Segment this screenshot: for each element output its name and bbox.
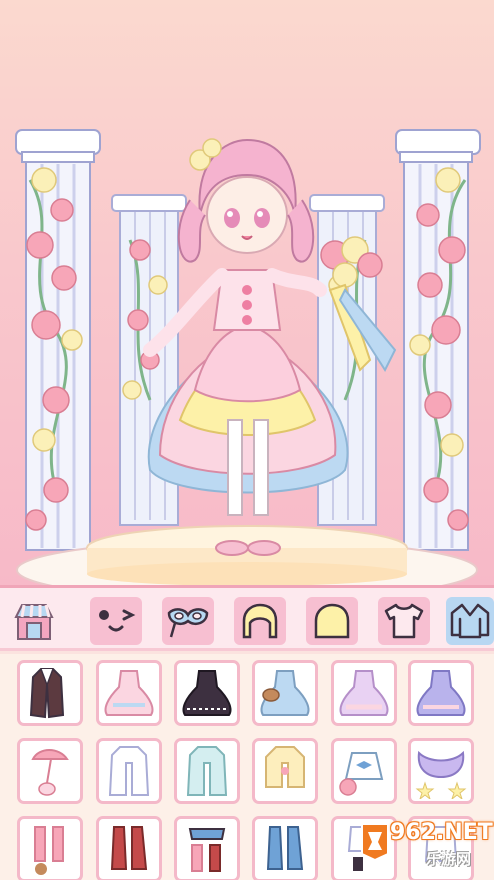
red-jacket-icon	[110, 826, 148, 870]
item-card[interactable]	[408, 738, 474, 804]
black-gothic-dress-icon	[182, 670, 232, 716]
item-card[interactable]	[96, 738, 162, 804]
clothing-items-panel: 962.NET 乐游网	[0, 654, 494, 880]
blue-jacket-icon	[266, 826, 304, 870]
pink-dress-icon	[104, 670, 154, 716]
item-card[interactable]	[17, 816, 83, 880]
watermark-subtitle: 乐游网	[426, 850, 472, 868]
jacket-category-tab[interactable]	[446, 597, 494, 645]
front-hair-category-tab[interactable]	[234, 597, 286, 645]
item-card[interactable]	[17, 660, 83, 726]
shop-icon	[14, 604, 54, 640]
cream-jacket-icon	[265, 746, 305, 788]
watermark-brand: 962.NET	[390, 820, 493, 845]
item-card[interactable]	[174, 816, 240, 880]
item-card[interactable]	[96, 660, 162, 726]
item-card[interactable]	[17, 738, 83, 804]
tshirt-icon	[384, 603, 424, 639]
pink-umbrella-icon	[31, 749, 69, 796]
dark-coat-icon	[29, 668, 65, 719]
item-card[interactable]	[331, 738, 397, 804]
mint-coat-icon	[186, 746, 228, 796]
shop-category-tab[interactable]	[8, 597, 60, 645]
face-expression-icon	[99, 609, 136, 632]
item-card[interactable]	[174, 738, 240, 804]
item-card[interactable]	[252, 816, 318, 880]
white-coat-icon	[108, 746, 150, 796]
lavender-dress-icon	[339, 670, 389, 716]
item-card[interactable]	[252, 660, 318, 726]
item-card[interactable]	[408, 660, 474, 726]
blue-bow-top-icon	[339, 752, 384, 796]
item-card[interactable]	[96, 816, 162, 880]
hoodie-icon	[188, 828, 226, 872]
accessory-category-tab[interactable]	[162, 597, 214, 645]
front-hair-icon	[242, 603, 278, 639]
watermark-logo-icon	[361, 823, 389, 862]
item-card[interactable]	[331, 660, 397, 726]
jacket-icon	[450, 603, 490, 639]
star-cape-icon	[415, 750, 467, 799]
back-hair-icon	[314, 603, 350, 639]
blue-dress-icon	[260, 670, 310, 716]
mask-accessory-icon	[167, 608, 209, 638]
top-category-tab[interactable]	[378, 597, 430, 645]
dressup-scene	[0, 0, 494, 585]
site-watermark: 962.NET 乐游网	[356, 818, 493, 872]
face-category-tab[interactable]	[90, 597, 142, 645]
scene-background	[15, 129, 481, 585]
item-card[interactable]	[252, 738, 318, 804]
pink-sleeves-icon	[34, 826, 64, 875]
purple-dress-icon	[416, 670, 466, 716]
category-bar	[0, 585, 494, 651]
item-card[interactable]	[174, 660, 240, 726]
back-hair-category-tab[interactable]	[306, 597, 358, 645]
